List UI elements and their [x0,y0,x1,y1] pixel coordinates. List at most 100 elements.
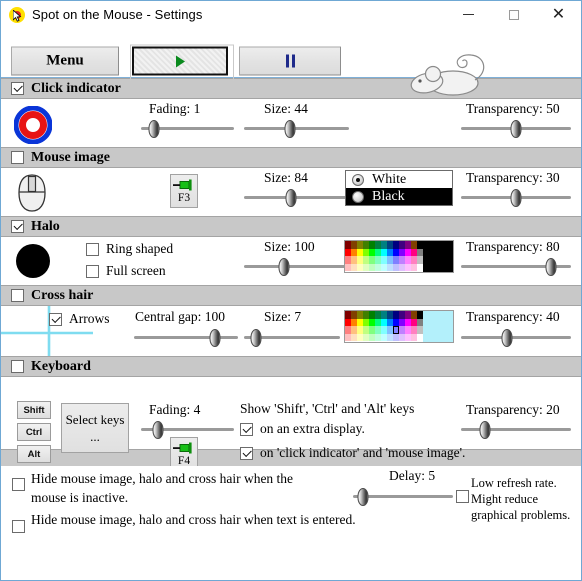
halo-title: Halo [31,218,60,234]
keyboard-transparency-label: Transparency: 20 [466,402,560,417]
mouse-image-title: Mouse image [31,149,110,165]
cross-hair-transparency-label: Transparency: 40 [466,309,560,324]
halo-checkbox[interactable] [11,220,24,233]
keyboard-click-indicator-checkbox[interactable] [240,446,253,460]
keyboard-title: Keyboard [31,358,91,374]
mouse-image-transparency-label: Transparency: 30 [466,170,560,185]
click-indicator-checkbox[interactable] [11,82,24,95]
cross-hair-arrows-checkbox[interactable] [49,312,62,326]
pause-button[interactable] [239,46,341,76]
pushpin-icon [173,179,195,191]
hide-inactive-line2: mouse is inactive. [31,490,129,505]
keyboard-show-keys-title: Show 'Shift', 'Ctrl' and 'Alt' keys [240,401,415,416]
click-size-label: Size: 44 [264,101,308,116]
play-button[interactable] [130,44,234,82]
mouse-image-body: F3 Size: 84 White Black Transparency: 30 [1,168,581,216]
low-refresh-line3: graphical problems. [471,508,571,522]
window-title: Spot on the Mouse - Settings [32,7,203,22]
halo-full-screen-option[interactable]: Full screen [86,263,166,279]
mouse-image-hotkey-label: F3 [177,191,191,204]
section-header-keyboard[interactable]: Keyboard [1,356,581,377]
minimize-button[interactable] [446,1,491,28]
keyboard-click-indicator-option[interactable]: on 'click indicator' and 'mouse image'. [240,445,465,461]
hide-text-entered-checkbox[interactable] [12,520,25,533]
low-refresh-line2: Might reduce [471,492,538,506]
section-header-click-indicator[interactable]: Click indicator [1,78,581,99]
hide-text-entered-label: Hide mouse image, halo and cross hair wh… [31,512,356,527]
cross-hair-color-palette[interactable] [344,310,454,343]
cross-hair-size-label: Size: 7 [264,309,302,324]
keyboard-body: Shift Ctrl Alt Select keys ... Fading: 4… [1,377,581,471]
low-refresh-checkbox[interactable] [456,490,469,503]
hide-inactive-label: Hide mouse image, halo and cross hair wh… [31,469,293,507]
halo-ring-shaped-option[interactable]: Ring shaped [86,241,173,257]
section-header-halo[interactable]: Halo [1,216,581,237]
spot-on-mouse-icon [9,6,25,23]
delay-label: Delay: 5 [389,468,436,483]
click-transparency-label: Transparency: 50 [466,101,560,116]
cross-hair-palette-grid[interactable] [345,311,423,342]
label-white: White [372,171,407,187]
keyboard-fading-label: Fading: 4 [149,402,201,417]
click-indicator-body: Fading: 1 Size: 44 Transparency: 50 [1,99,581,147]
cross-hair-arrows-option[interactable]: Arrows [49,311,110,327]
keyboard-hotkey-label: F4 [177,454,191,467]
click-indicator-preview [13,105,53,147]
mouse-image-preview [15,173,49,216]
mouse-image-checkbox[interactable] [11,151,24,164]
keyboard-extra-display-option[interactable]: on an extra display. [240,421,365,437]
mouse-image-color-black[interactable]: Black [346,188,452,205]
halo-palette-grid[interactable] [345,241,423,272]
window-controls: ✕ [446,1,581,28]
halo-color-palette[interactable] [344,240,454,273]
palette-swatch[interactable] [393,326,399,334]
mouse-image-hotkey-f3-button[interactable]: F3 [170,174,198,208]
pause-icon [285,54,295,68]
title-bar: Spot on the Mouse - Settings ✕ [1,1,581,28]
keyboard-checkbox[interactable] [11,360,24,373]
halo-color-preview [423,241,453,272]
mouse-drawing [405,50,489,99]
low-refresh-label: Low refresh rate. Might reduce graphical… [471,475,570,523]
click-indicator-title: Click indicator [31,80,121,96]
cross-hair-body: Arrows Central gap: 100 Size: 7 Transpar… [1,306,581,356]
mouse-image-color-white[interactable]: White [346,171,452,188]
keyboard-extra-display-label: on an extra display. [260,421,365,436]
key-button-ctrl[interactable]: Ctrl [17,423,51,441]
maximize-button[interactable] [491,1,536,28]
radio-black[interactable] [352,190,364,203]
halo-size-label: Size: 100 [264,239,315,254]
cross-hair-arrows-label: Arrows [69,311,110,326]
halo-body: Ring shaped Full screen Size: 100 Transp… [1,237,581,285]
radio-white[interactable] [352,173,364,186]
halo-full-screen-label: Full screen [106,263,166,278]
keyboard-click-indicator-label: on 'click indicator' and 'mouse image'. [260,445,466,460]
hide-inactive-checkbox[interactable] [12,478,25,491]
halo-transparency-label: Transparency: 80 [466,239,560,254]
menu-button[interactable]: Menu [11,46,119,76]
pushpin-icon [173,442,195,454]
halo-full-screen-checkbox[interactable] [86,264,99,278]
cross-hair-title: Cross hair [31,287,94,303]
section-header-cross-hair[interactable]: Cross hair [1,285,581,306]
mouse-image-size-label: Size: 84 [264,170,308,185]
hide-inactive-line1: Hide mouse image, halo and cross hair wh… [31,471,294,486]
click-fading-label: Fading: 1 [149,101,201,116]
cross-hair-checkbox[interactable] [11,289,24,302]
label-black: Black [372,188,405,204]
close-button[interactable]: ✕ [536,1,581,28]
cross-hair-color-preview [423,311,453,342]
key-button-shift[interactable]: Shift [17,401,51,419]
cross-hair-gap-label: Central gap: 100 [135,309,225,324]
mouse-image-color-list[interactable]: White Black [345,170,453,206]
select-keys-button[interactable]: Select keys ... [61,403,129,453]
keyboard-extra-display-checkbox[interactable] [240,422,253,436]
footer-body: Hide mouse image, halo and cross hair wh… [1,466,581,561]
halo-preview [14,242,52,283]
toolbar: Menu [1,28,581,96]
settings-window: Spot on the Mouse - Settings ✕ Menu Clic… [0,0,582,581]
halo-ring-shaped-label: Ring shaped [106,241,174,256]
section-header-mouse-image[interactable]: Mouse image [1,147,581,168]
key-button-alt[interactable]: Alt [17,445,51,463]
halo-ring-shaped-checkbox[interactable] [86,242,99,256]
